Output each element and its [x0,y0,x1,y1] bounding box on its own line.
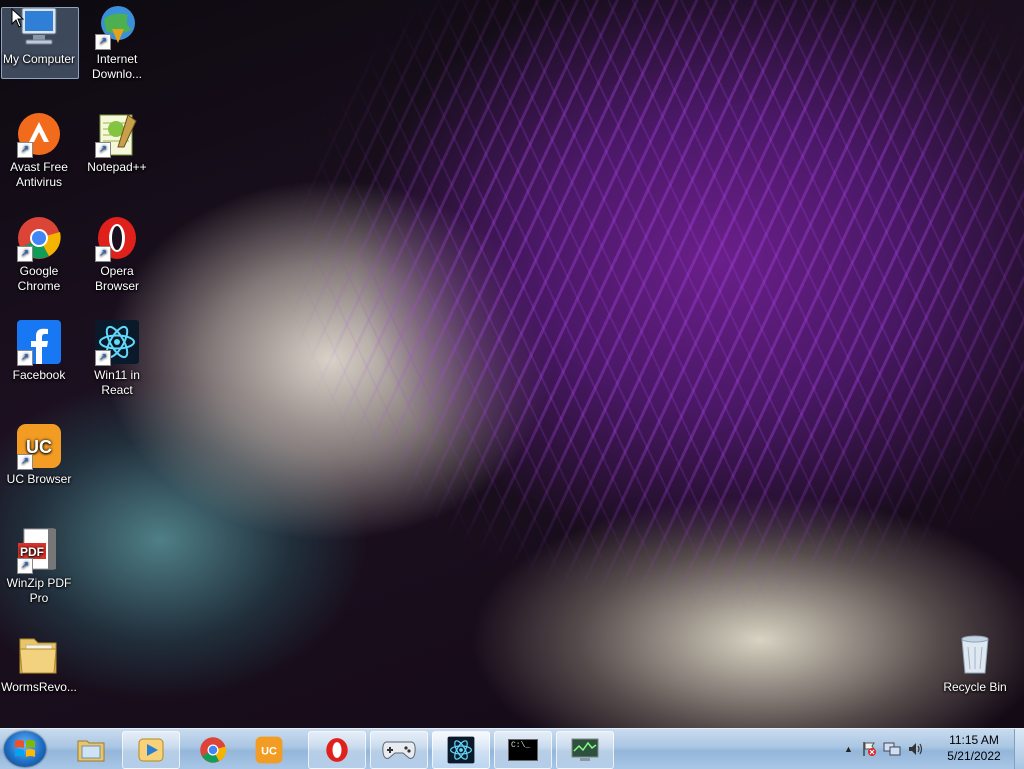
icon-label: Avast Free Antivirus [10,160,68,189]
desktop-icon-recycle-bin[interactable]: Recycle Bin [936,630,1014,695]
action-center-flag-icon[interactable] [861,741,877,757]
media-player-icon [138,738,164,762]
desktop-icon-uc-browser[interactable]: UC ↗ UC Browser [0,422,78,487]
shortcut-arrow-icon: ↗ [17,454,33,470]
taskbar-command-prompt[interactable]: C:\_ [494,731,552,769]
icon-label: Opera Browser [94,264,139,293]
folder-icon [77,740,105,762]
shortcut-arrow-icon: ↗ [17,142,33,158]
clock-date: 5/21/2022 [947,749,1001,763]
shortcut-arrow-icon: ↗ [17,246,33,262]
volume-icon[interactable] [907,741,925,757]
desktop-icon-internet-download-manager[interactable]: ↗ Internet Downlo... [78,2,156,82]
icon-label: Facebook [12,368,66,382]
show-desktop-button[interactable] [1014,729,1024,769]
facebook-icon: ↗ [15,318,63,366]
network-icon[interactable] [883,741,901,757]
icon-label: Internet Downlo... [91,52,143,81]
icon-label: WormsRevo... [1,680,77,694]
shortcut-arrow-icon: ↗ [95,350,111,366]
desktop-icon-win11-react[interactable]: ↗ Win11 in React [78,318,156,398]
taskbar: UC C:\_ ▲ 11:15 AM 5/21/2022 [0,728,1024,769]
taskbar-game-controller[interactable] [370,731,428,769]
shortcut-arrow-icon: ↗ [95,34,111,50]
taskbar-windows-explorer[interactable] [62,731,120,769]
desktop-icon-avast[interactable]: ↗ Avast Free Antivirus [0,110,78,190]
clock-time: 11:15 AM [949,733,999,747]
shortcut-arrow-icon: ↗ [17,558,33,574]
desktop-icon-opera[interactable]: ↗ Opera Browser [78,214,156,294]
react-icon [447,736,475,764]
taskbar-media-player[interactable] [122,731,180,769]
mouse-cursor-icon [11,8,25,28]
icon-label: My Computer [2,52,76,66]
system-clock[interactable]: 11:15 AM 5/21/2022 [938,732,1010,764]
desktop-icon-winzip-pdf[interactable]: PDF ↗ WinZip PDF Pro [0,526,78,606]
icon-label: Recycle Bin [943,680,1007,694]
notepad-plus-plus-icon: ↗ [93,110,141,158]
svg-text:PDF: PDF [20,545,44,559]
taskbar-opera[interactable] [308,731,366,769]
taskbar-system-monitor[interactable] [556,731,614,769]
terminal-icon: C:\_ [508,739,538,761]
chrome-icon: ↗ [15,214,63,262]
recycle-bin-icon [951,630,999,678]
icon-label: UC Browser [6,472,72,486]
uc-browser-icon: UC [255,736,283,764]
icon-label: Win11 in React [94,368,140,397]
desktop-icon-notepad-plus-plus[interactable]: ↗ Notepad++ [78,110,156,175]
opera-icon [326,738,348,762]
react-icon: ↗ [93,318,141,366]
icon-label: WinZip PDF Pro [6,576,72,605]
shortcut-arrow-icon: ↗ [95,142,111,158]
taskbar-chrome[interactable] [184,731,242,769]
svg-text:UC: UC [261,745,277,757]
chrome-icon [200,737,227,763]
internet-download-manager-icon: ↗ [93,2,141,50]
winzip-pdf-icon: PDF ↗ [15,526,63,574]
icon-label: Google Chrome [17,264,61,293]
taskbar-uc-browser[interactable]: UC [240,731,298,769]
folder-icon [15,630,63,678]
windows-logo-icon [15,740,35,757]
avast-icon: ↗ [15,110,63,158]
desktop-icon-chrome[interactable]: ↗ Google Chrome [0,214,78,294]
icon-label: Notepad++ [87,160,147,174]
terminal-prompt-text: C:\_ [511,741,531,750]
desktop-icon-worms-folder[interactable]: WormsRevo... [0,630,78,695]
shortcut-arrow-icon: ↗ [95,246,111,262]
show-hidden-icons-icon[interactable]: ▲ [844,744,853,754]
opera-icon: ↗ [93,214,141,262]
taskbar-win11-react[interactable] [432,731,490,769]
start-button[interactable] [4,731,46,767]
system-tray: ▲ [844,729,925,769]
uc-browser-icon: UC ↗ [15,422,63,470]
shortcut-arrow-icon: ↗ [17,350,33,366]
desktop-icon-facebook[interactable]: ↗ Facebook [0,318,78,383]
monitor-icon [571,738,599,761]
gamepad-icon [382,741,416,759]
